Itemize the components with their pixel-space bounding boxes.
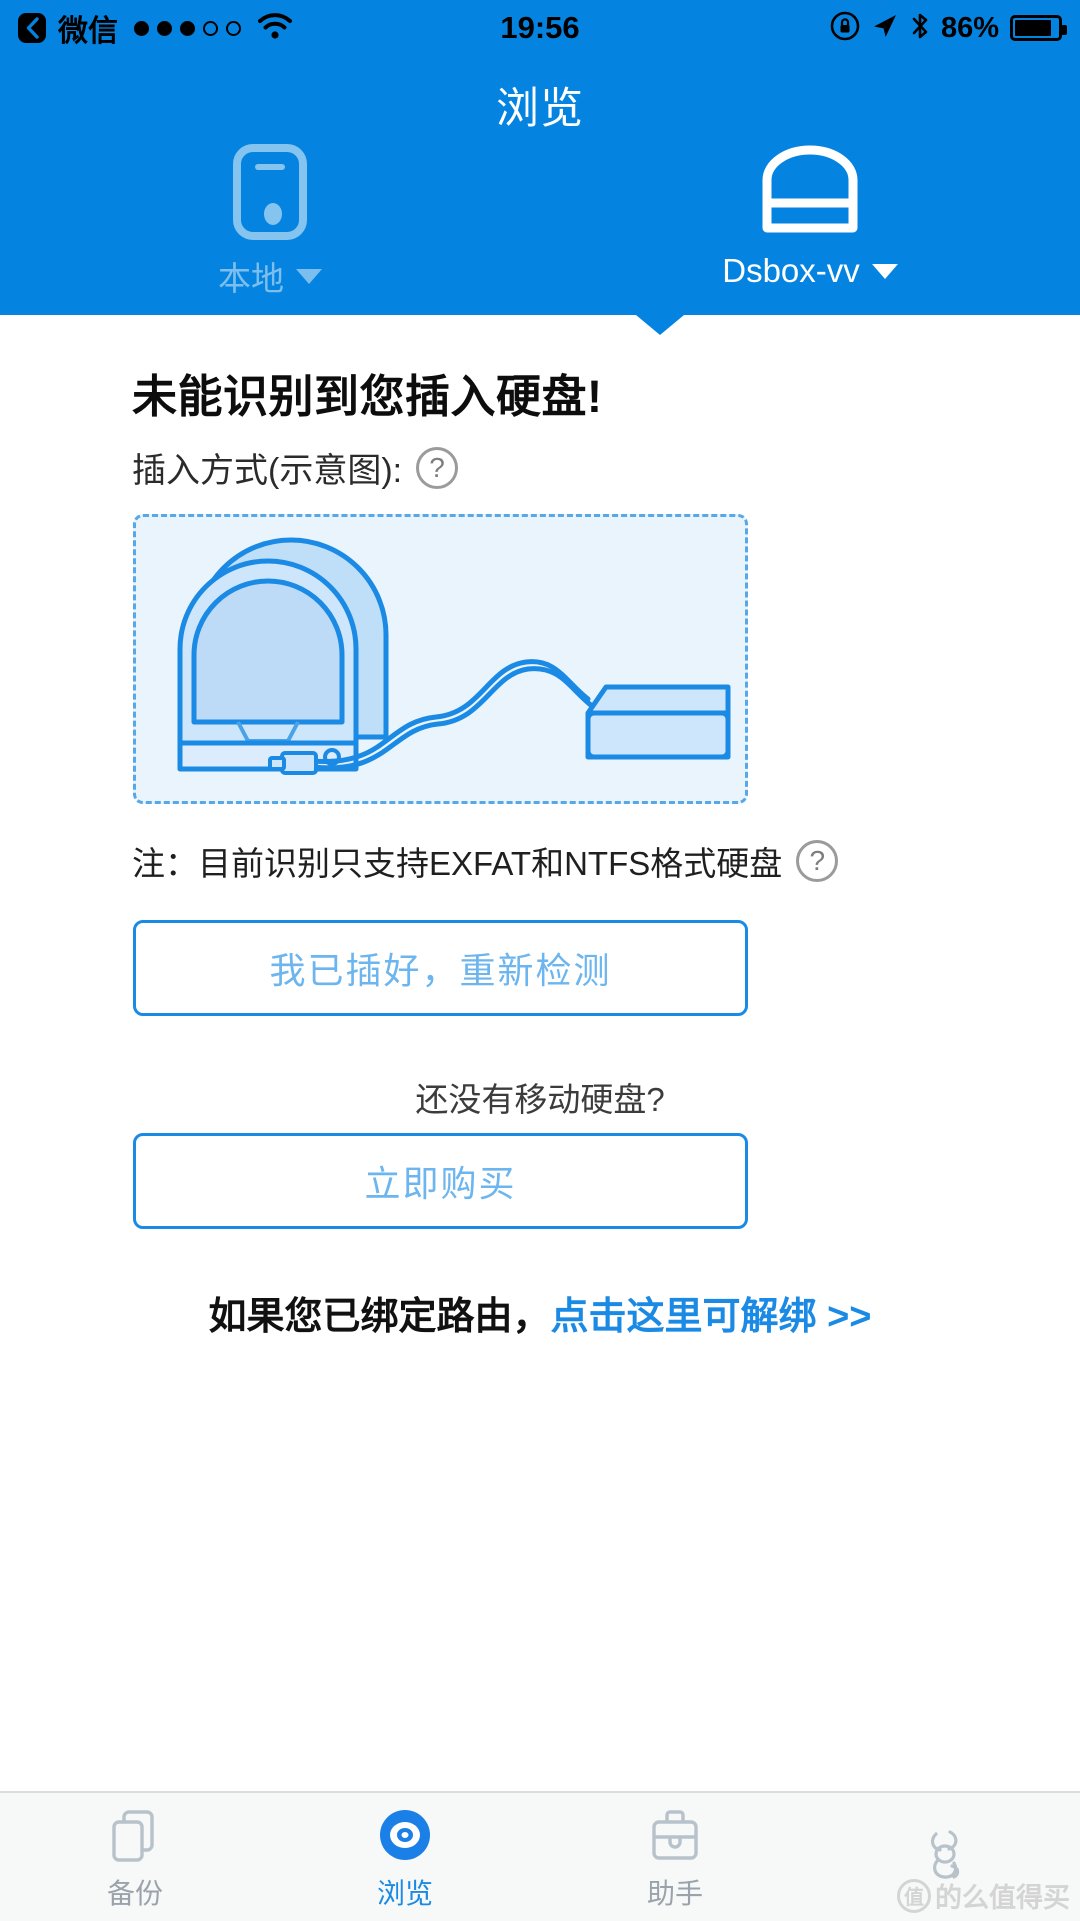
error-heading: 未能识别到您插入硬盘! — [132, 371, 603, 422]
nav-item-assistant-label: 助手 — [646, 1878, 703, 1909]
format-note-row: 注：目前识别只支持EXFAT和NTFS格式硬盘 ? — [132, 837, 1080, 885]
active-tab-notch — [636, 315, 684, 335]
tab-local[interactable]: 本地 — [0, 144, 540, 314]
app-header: 浏览 本地 Dsbox-vv — [0, 56, 1080, 315]
redetect-button[interactable]: 我已插好，重新检测 — [133, 920, 748, 1016]
tab-dsbox-label-row: Dsbox-vv — [722, 252, 898, 290]
format-note-label: 注：目前识别只支持EXFAT和NTFS格式硬盘 — [132, 845, 783, 882]
app-screen: 微信 19:56 86% 浏览 本地 Dsbox-vv 未能识别到您插入硬盘! … — [0, 0, 1080, 1921]
nav-item-browse[interactable]: 浏览 — [270, 1793, 540, 1921]
back-arrow-icon[interactable] — [18, 11, 48, 45]
unbind-row: 如果您已绑定路由，点击这里可解绑 >> — [0, 1285, 1080, 1340]
carrier-label: 微信 — [58, 15, 118, 48]
page-title: 浏览 — [496, 85, 584, 133]
location-arrow-icon — [871, 12, 899, 45]
unbind-prefix-label: 如果您已绑定路由， — [208, 1296, 551, 1338]
wifi-icon — [257, 12, 293, 45]
rotation-lock-icon — [830, 11, 860, 46]
status-bar-right: 86% — [540, 11, 1067, 46]
eye-browse-icon — [376, 1802, 434, 1864]
question-mark-circle-icon[interactable]: ? — [796, 840, 839, 882]
tab-local-label-row: 本地 — [218, 252, 322, 300]
bluetooth-icon — [910, 11, 930, 46]
two-phones-backup-icon — [106, 1802, 164, 1864]
unbind-link[interactable]: 点击这里可解绑 >> — [551, 1296, 872, 1338]
dock-device-icon — [758, 144, 862, 240]
bottom-navigation-bar: 备份 浏览 助手 值 的么值得买 — [0, 1791, 1080, 1921]
status-bar: 微信 19:56 86% — [0, 0, 1080, 56]
battery-icon — [1010, 15, 1067, 41]
status-bar-left: 微信 — [18, 6, 540, 50]
instruction-label: 插入方式(示意图): — [132, 452, 403, 490]
nav-item-backup[interactable]: 备份 — [0, 1793, 270, 1921]
rabbit-mascot-icon — [916, 1822, 974, 1884]
briefcase-assistant-icon — [646, 1802, 704, 1864]
chevron-down-icon[interactable] — [871, 263, 898, 279]
chevron-down-icon[interactable] — [296, 268, 322, 284]
main-content: 未能识别到您插入硬盘! 插入方式(示意图): ? 注：目前识别只支持EXFAT和… — [0, 315, 1080, 1791]
no-disk-text: 还没有移动硬盘? — [415, 1081, 665, 1118]
nav-item-backup-label: 备份 — [106, 1878, 163, 1909]
question-mark-circle-icon[interactable]: ? — [416, 446, 459, 489]
instruction-row: 插入方式(示意图): ? — [132, 443, 459, 492]
signal-strength-dots — [134, 20, 241, 36]
device-tab-switcher: 本地 Dsbox-vv — [0, 144, 1080, 314]
nav-item-browse-label: 浏览 — [376, 1878, 433, 1909]
tab-dsbox[interactable]: Dsbox-vv — [540, 144, 1080, 314]
tab-dsbox-label: Dsbox-vv — [722, 252, 860, 289]
insertion-diagram — [133, 514, 748, 804]
buy-now-button[interactable]: 立即购买 — [133, 1133, 748, 1229]
battery-percent-label: 86% — [940, 11, 999, 44]
tab-local-label: 本地 — [218, 260, 284, 297]
nav-item-mascot[interactable] — [810, 1793, 1080, 1921]
dock-and-external-drive-illustration — [177, 537, 731, 775]
nav-item-assistant[interactable]: 助手 — [540, 1793, 810, 1921]
phone-device-icon — [233, 144, 307, 240]
